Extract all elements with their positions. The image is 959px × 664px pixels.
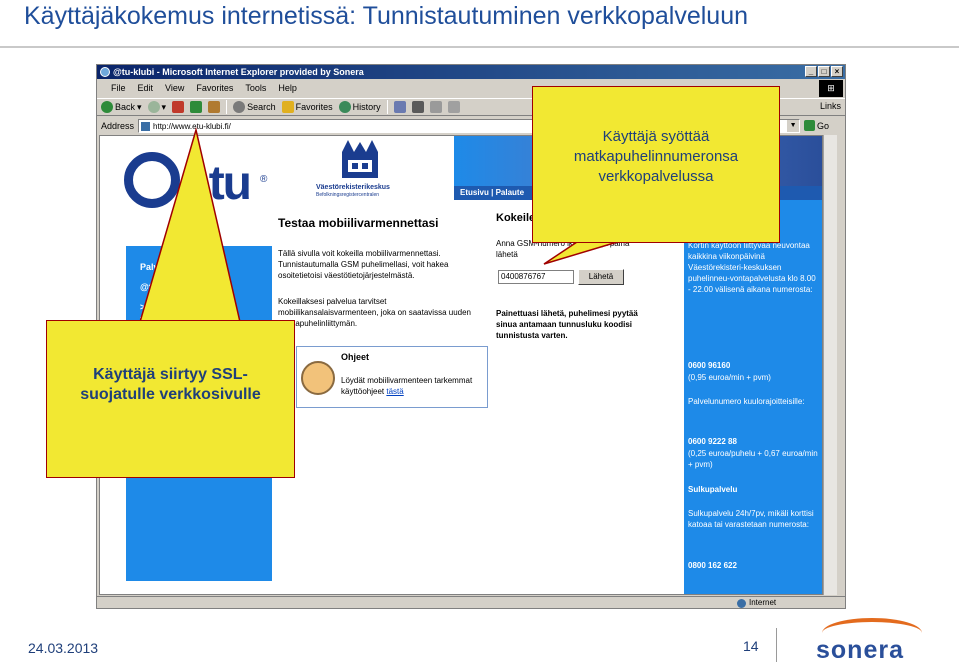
etu-logo[interactable]: etu (184, 156, 252, 211)
page-number: 14 (743, 638, 759, 654)
sonera-logo: sonera (816, 614, 926, 664)
etu-logo-area: etu ® (100, 136, 272, 246)
forward-arrow-icon (147, 101, 160, 113)
kokeile-note: Painettuasi lähetä, puhelimesi pyytää si… (496, 309, 638, 340)
close-button[interactable]: × (831, 66, 843, 77)
rp-number-1: 0600 96160 (688, 361, 731, 370)
send-button[interactable]: Lähetä (578, 269, 624, 285)
minimize-button[interactable]: _ (805, 66, 817, 77)
ohjeet-text: Löydät mobiilivarmenteen tarkemmat käytt… (341, 375, 486, 397)
print-icon[interactable] (411, 101, 424, 113)
favorites-button[interactable]: Favorites (281, 101, 333, 113)
search-icon (233, 101, 246, 113)
main-paragraph-1: Tällä sivulla voit kokeilla mobiilivarme… (278, 249, 449, 280)
back-arrow-icon (101, 101, 113, 113)
stop-icon[interactable] (172, 101, 185, 113)
kokeile-heading: Kokeile (496, 212, 536, 224)
back-button[interactable]: Back ▾ (101, 101, 142, 113)
window-title: @tu-klubi - Microsoft Internet Explorer … (113, 67, 364, 77)
window-controls: _ □ × (805, 66, 843, 77)
forward-button[interactable]: ▾ (147, 101, 166, 113)
callout-phone-entry: Käyttäjä syöttää matkapuhelinnumeronsa v… (532, 86, 780, 243)
main-heading: Testaa mobiilivarmennettasi (278, 216, 439, 230)
address-dropdown-icon[interactable]: ▼ (787, 119, 800, 132)
globe-icon (737, 598, 746, 608)
history-button[interactable]: History (338, 101, 381, 113)
rp-price-1: (0,95 euroa/min + pvm) (688, 373, 771, 382)
history-label: History (352, 102, 381, 112)
vrk-subtitle: Befolkningsregistercentralen (316, 192, 380, 198)
rp-sulkupalvelu-heading: Sulkupalvelu (688, 485, 738, 494)
page-icon (141, 121, 151, 131)
menu-favorites[interactable]: Favorites (196, 80, 233, 97)
favorites-label: Favorites (295, 102, 333, 112)
discuss-icon[interactable] (447, 101, 460, 113)
menu-tools[interactable]: Tools (245, 80, 266, 97)
favorites-icon (281, 101, 294, 113)
windows-logo-icon: ⊞ (819, 80, 843, 97)
links-label[interactable]: Links (820, 101, 841, 111)
detective-icon (301, 361, 335, 395)
home-icon[interactable] (208, 101, 221, 113)
ohjeet-link[interactable]: tästä (386, 387, 403, 396)
go-button[interactable]: Go (804, 120, 829, 131)
nav-etu-klubipalvelut[interactable]: @tu-klubipa (140, 282, 192, 292)
status-bar: Internet (97, 596, 845, 608)
toolbar-separator (226, 100, 228, 114)
rp-number-2: 0600 9222 88 (688, 437, 737, 446)
sonera-logo-text: sonera (816, 636, 904, 664)
nav-mobiilivarmenteen[interactable]: > Mobiilivar (140, 302, 190, 312)
menu-edit[interactable]: Edit (138, 80, 154, 97)
ie-icon (100, 67, 110, 77)
nav-palvelut[interactable]: Palvelut (140, 262, 175, 272)
zone-label: Internet (749, 598, 777, 607)
vrk-crest-icon (342, 140, 378, 178)
browser-titlebar: @tu-klubi - Microsoft Internet Explorer … (97, 65, 845, 79)
footer-date: 24.03.2013 (28, 640, 99, 656)
rp-support-text: Kortin käyttöön liittyvää neuvontaa kaik… (688, 241, 816, 294)
search-label: Search (247, 102, 276, 112)
refresh-icon[interactable] (190, 101, 203, 113)
registered-mark-icon: ® (260, 174, 268, 185)
history-icon (338, 101, 351, 113)
address-value: http://www.etu-klubi.fi/ (153, 121, 231, 131)
rp-hearing-label: Palvelunumero kuulorajoitteisille: (688, 397, 805, 406)
mail-icon[interactable] (393, 101, 406, 113)
search-button[interactable]: Search (233, 101, 276, 113)
main-paragraph-2: Kokeillaksesi palvelua tarvitset mobiili… (278, 297, 471, 328)
right-info-panel: Kortin käyttöön liittyvää neuvontaa kaik… (684, 200, 822, 594)
rp-price-2: (0,25 euroa/puhelu + 0,67 euroa/min + pv… (688, 449, 818, 469)
go-label: Go (817, 120, 830, 131)
etu-smile-icon (124, 152, 180, 208)
rp-number-3: 0800 162 622 (688, 561, 737, 570)
callout-ssl-page: Käyttäjä siirtyy SSL-suojatulle verkkosi… (46, 320, 295, 478)
go-arrow-icon (804, 120, 816, 131)
menu-file[interactable]: File (111, 80, 126, 97)
maximize-button[interactable]: □ (818, 66, 830, 77)
menu-help[interactable]: Help (278, 80, 297, 97)
vrk-header: Väestörekisterikeskus Befolkningsregiste… (272, 136, 454, 204)
slide-title: Käyttäjäkokemus internetissä: Tunnistaut… (24, 2, 749, 30)
ohjeet-box: Ohjeet Löydät mobiilivarmenteen tarkemma… (296, 346, 488, 408)
ohjeet-body: Löydät mobiilivarmenteen tarkemmat käytt… (341, 376, 473, 396)
callout-ssl-page-text: Käyttäjä siirtyy SSL-suojatulle verkkosi… (80, 366, 261, 403)
toolbar-separator (386, 100, 388, 114)
address-label: Address (101, 120, 135, 131)
phone-number-input[interactable]: 0400876767 (498, 270, 574, 284)
ohjeet-heading: Ohjeet (341, 352, 370, 362)
rp-sulkupalvelu-text: Sulkupalvelu 24h/7pv, mikäli korttisi ka… (688, 509, 814, 529)
vrk-name: Väestörekisterikeskus (316, 184, 390, 191)
callout-phone-entry-text: Käyttäjä syöttää matkapuhelinnumeronsa v… (573, 128, 739, 185)
title-divider (0, 46, 959, 48)
edit-icon[interactable] (429, 101, 442, 113)
back-label: Back (115, 102, 136, 112)
footer-divider (776, 628, 777, 662)
vertical-scrollbar[interactable] (823, 135, 837, 595)
menu-view[interactable]: View (165, 80, 184, 97)
security-zone: Internet (737, 597, 777, 608)
